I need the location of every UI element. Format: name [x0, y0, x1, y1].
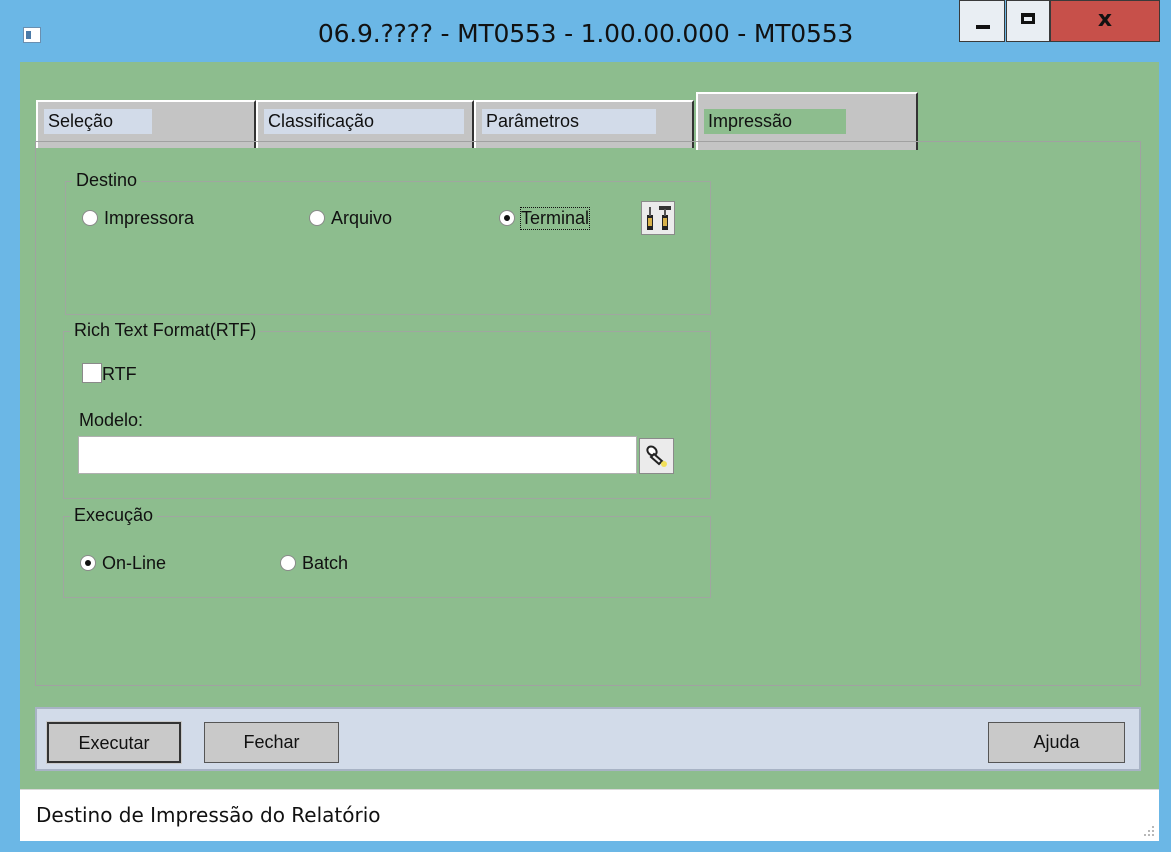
- modelo-search-button[interactable]: [639, 438, 674, 474]
- close-button[interactable]: x: [1050, 0, 1160, 42]
- maximize-icon: [1021, 13, 1035, 24]
- radio-indicator: [499, 210, 515, 226]
- tab-label: Parâmetros: [482, 109, 656, 134]
- radio-indicator: [280, 555, 296, 571]
- flashlight-icon: [646, 445, 667, 467]
- radio-label: Arquivo: [331, 208, 393, 228]
- tab-panel-impressao: Destino Impressora Arquivo Terminal Rich…: [35, 141, 1141, 686]
- execucao-group-title: Execução: [70, 505, 158, 526]
- rtf-group: Rich Text Format(RTF) RTF Modelo:: [63, 320, 711, 499]
- radio-indicator: [80, 555, 96, 571]
- rtf-checkbox-label: RTF: [102, 364, 137, 384]
- radio-label: Impressora: [104, 208, 195, 228]
- minimize-button[interactable]: [959, 0, 1005, 42]
- rtf-checkbox[interactable]: [82, 363, 102, 383]
- button-bar: Executar Fechar Ajuda: [35, 707, 1141, 771]
- tools-icon: [647, 206, 671, 230]
- modelo-input[interactable]: [78, 436, 637, 474]
- destino-group-title: Destino: [72, 170, 142, 191]
- modelo-label: Modelo:: [79, 410, 144, 430]
- tab-label: Impressão: [704, 109, 846, 134]
- app-window: 06.9.???? - MT0553 - 1.00.00.000 - MT055…: [0, 0, 1171, 852]
- ajuda-button[interactable]: Ajuda: [988, 722, 1125, 763]
- minimize-icon: [976, 25, 990, 29]
- radio-indicator: [82, 210, 98, 226]
- status-text: Destino de Impressão do Relatório: [36, 803, 381, 827]
- client-area: Seleção Classificação Parâmetros Impress…: [20, 62, 1159, 789]
- maximize-button[interactable]: [1006, 0, 1050, 42]
- radio-label: Terminal: [519, 207, 591, 230]
- resize-grip-icon[interactable]: [1143, 825, 1155, 837]
- status-bar: Destino de Impressão do Relatório: [20, 789, 1159, 841]
- radio-label: Batch: [302, 553, 349, 573]
- rtf-group-title: Rich Text Format(RTF): [70, 320, 261, 341]
- fechar-button[interactable]: Fechar: [204, 722, 339, 763]
- tab-label: Classificação: [264, 109, 464, 134]
- radio-label: On-Line: [102, 553, 167, 573]
- executar-button[interactable]: Executar: [46, 721, 182, 764]
- tab-label: Seleção: [44, 109, 152, 134]
- printer-config-button[interactable]: [641, 201, 675, 235]
- destino-group: Destino Impressora Arquivo Terminal: [65, 170, 711, 315]
- close-icon: x: [1097, 7, 1113, 32]
- title-bar[interactable]: 06.9.???? - MT0553 - 1.00.00.000 - MT055…: [0, 0, 1171, 62]
- radio-indicator: [309, 210, 325, 226]
- execucao-group: Execução On-Line Batch: [63, 505, 711, 598]
